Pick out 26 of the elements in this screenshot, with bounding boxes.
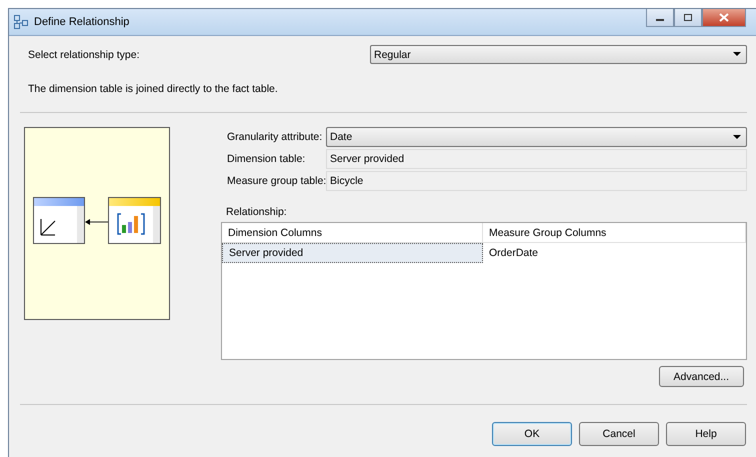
relationship-icon [13,14,29,30]
column-header[interactable]: Measure Group Columns [483,223,746,243]
readonly-field: Server provided [326,149,747,169]
close-icon [719,13,729,22]
relationship-type-label: Select relationship type: [28,48,140,60]
close-button[interactable] [702,9,746,27]
dialog-button[interactable]: OK [492,422,572,446]
dialog-button[interactable]: Help [666,422,746,446]
caret-icon [733,134,741,140]
minimize-button[interactable] [646,9,674,27]
dialog-button[interactable]: Cancel [579,422,659,446]
maximize-icon [683,13,693,22]
field-label: Granularity attribute: [227,130,324,145]
table-cell[interactable]: OrderDate [483,243,746,263]
advanced-button[interactable]: Advanced... [658,366,744,387]
field-label: Dimension table: [227,152,306,167]
readonly-field: Bicycle [326,171,747,191]
field-label: Measure group table: [227,174,326,189]
window-title: Define Relationship [34,16,130,28]
table-cell[interactable]: Server provided [222,243,483,263]
relationship-label: Relationship: [226,206,288,218]
granularity-dropdown[interactable]: Date [326,127,747,147]
caret-icon [733,52,741,57]
relationship-type-dropdown[interactable]: Regular [370,45,747,64]
description-text: The dimension table is joined directly to the fact table. [27,83,279,95]
maximize-button[interactable] [674,9,702,27]
